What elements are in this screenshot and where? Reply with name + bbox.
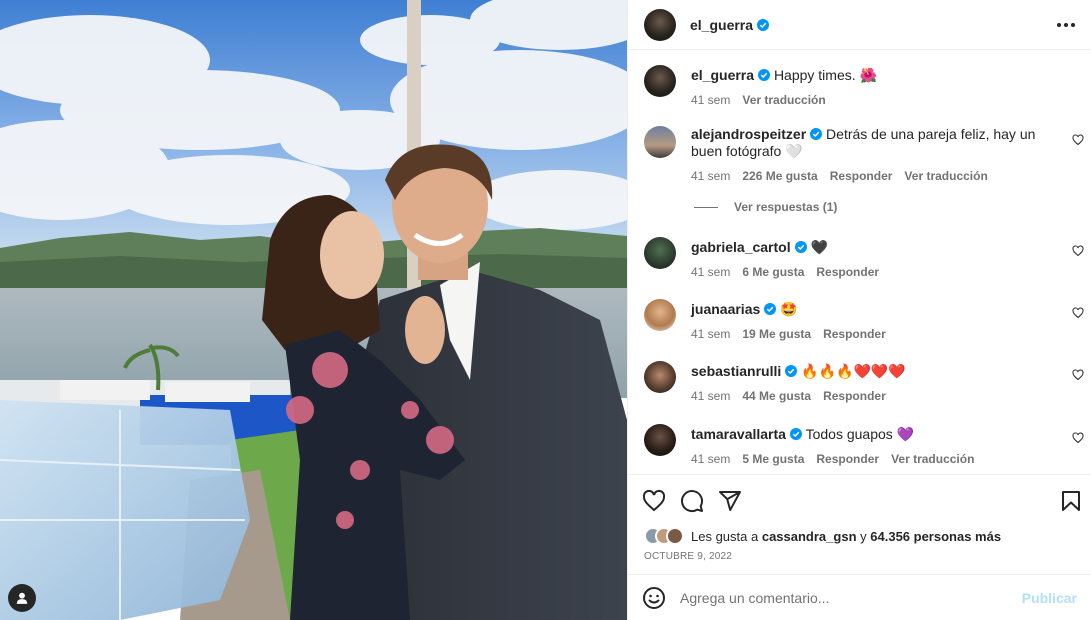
post-date[interactable]: OCTUBRE 9, 2022 [644, 551, 732, 562]
heart-icon[interactable] [1072, 432, 1084, 444]
post-actions: Les gusta a cassandra_gsn y 64.356 perso… [628, 474, 1091, 574]
heart-icon[interactable] [1072, 307, 1084, 319]
replies-divider [694, 206, 718, 208]
verified-badge-icon [785, 365, 798, 377]
avatar[interactable] [644, 126, 676, 158]
view-replies-button[interactable]: Ver respuestas (1) [694, 200, 837, 214]
caption-username[interactable]: el_guerra [691, 67, 754, 83]
reply-button[interactable]: Responder [823, 327, 886, 341]
more-options-button[interactable] [1051, 17, 1075, 33]
comment-text: 🖤 [810, 239, 828, 255]
caption-text: Happy times. [773, 67, 856, 83]
comment-time[interactable]: 41 sem [691, 169, 730, 183]
comment-item: sebastianrulli 🔥🔥🔥❤️❤️❤️ 41 sem 44 Me gu… [644, 361, 1084, 403]
comment-likes[interactable]: 19 Me gusta [742, 327, 811, 341]
view-replies-label: Ver respuestas (1) [734, 200, 838, 214]
likes-joiner: y [860, 528, 867, 544]
heart-icon[interactable] [1072, 134, 1084, 146]
comment-input[interactable] [680, 589, 1022, 606]
comment-likes[interactable]: 5 Me gusta [742, 452, 804, 466]
comment-likes[interactable]: 226 Me gusta [742, 169, 817, 183]
user-tag-button[interactable] [8, 584, 36, 612]
post-header: el_guerra [628, 0, 1091, 50]
translate-link[interactable]: Ver traducción [891, 452, 974, 466]
verified-badge-icon [789, 428, 802, 440]
publish-button[interactable]: Publicar [1022, 590, 1077, 606]
post-side-panel: el_guerra el_guerra Happy times. 🌺 41 se… [627, 0, 1091, 620]
comment-text: Todos guapos 💜 [805, 426, 915, 442]
comment-time[interactable]: 41 sem [691, 327, 730, 341]
caption-item: el_guerra Happy times. 🌺 41 sem Ver trad… [644, 65, 1084, 107]
comment-time[interactable]: 41 sem [691, 265, 730, 279]
avatar[interactable] [644, 424, 676, 456]
heart-icon[interactable] [642, 489, 666, 513]
likes-summary[interactable]: Les gusta a cassandra_gsn y 64.356 perso… [644, 527, 1001, 545]
likes-prefix: Les gusta a [691, 528, 759, 544]
photo-scene [0, 0, 627, 620]
emoji-button[interactable] [642, 586, 666, 610]
likes-first-user[interactable]: cassandra_gsn [762, 529, 857, 544]
caption-emoji: 🌺 [859, 67, 877, 83]
send-icon[interactable] [718, 489, 742, 513]
verified-badge-icon [758, 69, 771, 81]
verified-badge-icon [794, 241, 807, 253]
save-button[interactable] [1059, 489, 1083, 518]
more-icon [1064, 22, 1068, 27]
avatar[interactable] [644, 237, 676, 269]
reply-button[interactable]: Responder [830, 169, 893, 183]
more-icon [1071, 22, 1075, 27]
comment-likes[interactable]: 6 Me gusta [742, 265, 804, 279]
avatar[interactable] [644, 65, 676, 97]
user-tag-icon [16, 592, 28, 604]
reply-button[interactable]: Responder [816, 452, 879, 466]
comment-time[interactable]: 41 sem [691, 452, 730, 466]
likes-others[interactable]: 64.356 personas más [870, 529, 1001, 544]
avatar[interactable] [644, 8, 676, 41]
comment-time[interactable]: 41 sem [691, 389, 730, 403]
avatar [666, 527, 684, 545]
avatar[interactable] [644, 299, 676, 331]
translate-link[interactable]: Ver traducción [742, 93, 825, 107]
comment-username[interactable]: gabriela_cartol [691, 239, 791, 255]
comment-icon[interactable] [680, 489, 704, 513]
translate-link[interactable]: Ver traducción [904, 169, 987, 183]
comment-username[interactable]: sebastianrulli [691, 363, 781, 379]
post-photo[interactable] [0, 0, 627, 620]
comment-text: 🔥🔥🔥❤️❤️❤️ [801, 363, 906, 379]
emoji-icon [643, 586, 665, 609]
comment-item: gabriela_cartol 🖤 41 sem 6 Me gusta Resp… [644, 237, 1084, 279]
bookmark-icon [1062, 491, 1080, 511]
comment-username[interactable]: alejandrospeitzer [691, 126, 806, 142]
comment-item: tamaravallarta Todos guapos 💜 41 sem 5 M… [644, 424, 1084, 466]
heart-icon[interactable] [1072, 245, 1084, 257]
comment-likes[interactable]: 44 Me gusta [742, 389, 811, 403]
verified-badge-icon [757, 18, 770, 31]
reply-button[interactable]: Responder [816, 265, 879, 279]
heart-icon[interactable] [1072, 369, 1084, 381]
comment-text: 🤩 [780, 301, 798, 317]
comment-item: alejandrospeitzer Detrás de una pareja f… [644, 126, 1084, 183]
verified-badge-icon [764, 303, 777, 315]
reply-button[interactable]: Responder [823, 389, 886, 403]
comment-composer: Publicar [628, 574, 1091, 620]
comment-time[interactable]: 41 sem [691, 93, 730, 107]
comment-username[interactable]: tamaravallarta [691, 426, 786, 442]
verified-badge-icon [810, 128, 823, 140]
comment-username[interactable]: juanaarias [691, 301, 760, 317]
avatar[interactable] [644, 361, 676, 393]
author-username[interactable]: el_guerra [690, 17, 753, 33]
more-icon [1057, 22, 1061, 27]
comments-list: el_guerra Happy times. 🌺 41 sem Ver trad… [628, 50, 1091, 474]
comment-item: juanaarias 🤩 41 sem 19 Me gusta Responde… [644, 299, 1084, 341]
